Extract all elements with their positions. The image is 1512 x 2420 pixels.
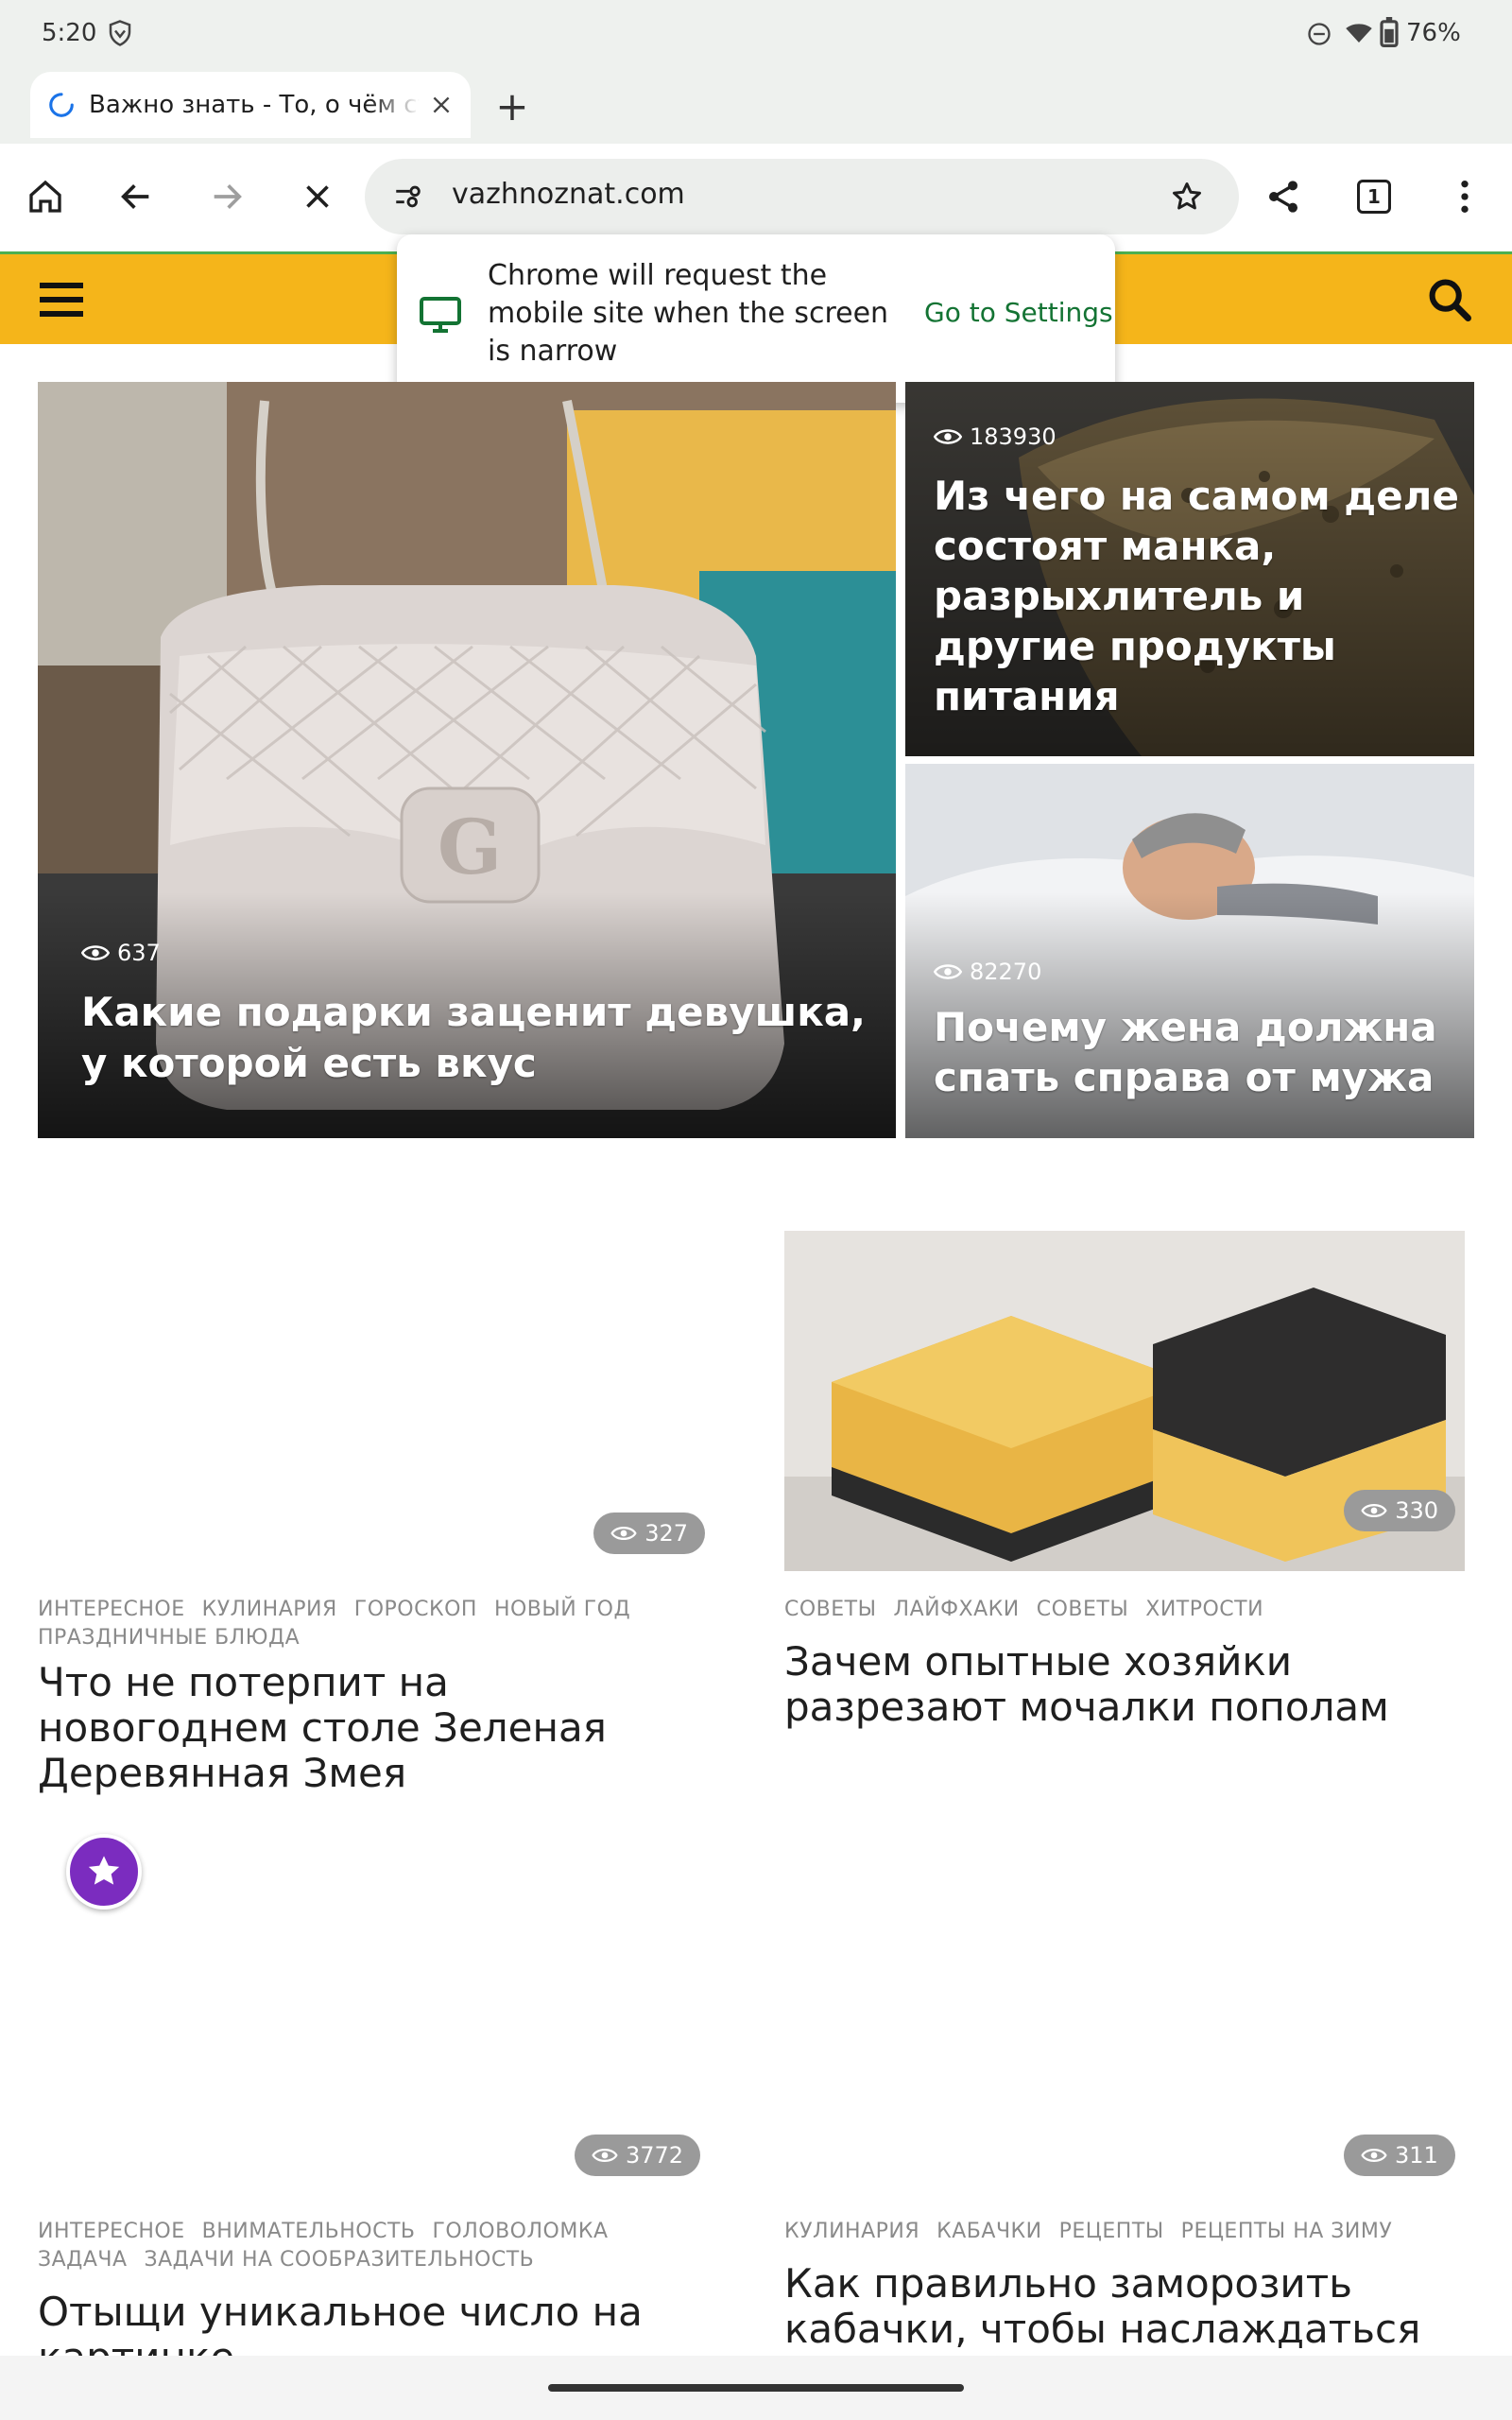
omnibox[interactable]: vazhnoznat.com (365, 159, 1239, 234)
desktop-monitor-icon (418, 291, 463, 337)
close-tab-icon[interactable] (429, 93, 454, 117)
tag-link[interactable]: КАБАЧКИ (936, 2218, 1041, 2246)
dnd-icon (1306, 21, 1332, 47)
tag-link[interactable]: КУЛИНАРИЯ (202, 1596, 337, 1624)
tab-title: Важно знать - То, о чём ст (89, 91, 420, 119)
stop-loading-icon[interactable] (289, 168, 346, 225)
site-settings-icon[interactable] (389, 178, 427, 216)
tag-list: СОВЕТЫ ЛАЙФХАКИ СОВЕТЫ ХИТРОСТИ (784, 1596, 1465, 1624)
desktop-site-popup: Chrome will request the mobile site when… (397, 234, 1115, 403)
article-card[interactable]: 330 (784, 1231, 1465, 1571)
views-count: 330 (1395, 1497, 1438, 1524)
system-nav-bar (0, 2356, 1512, 2420)
tag-list: ИНТЕРЕСНОЕ КУЛИНАРИЯ ГОРОСКОП НОВЫЙ ГОД ПРАЗ… (38, 1596, 705, 1652)
article-title[interactable]: Что не потерпит на новогоднем столе Зеле… (38, 1660, 699, 1796)
tag-link[interactable]: СОВЕТЫ (1037, 1596, 1129, 1624)
eye-icon (592, 2148, 618, 2163)
tag-link[interactable]: КУЛИНАРИЯ (784, 2218, 919, 2246)
hamburger-menu-icon[interactable] (40, 281, 83, 319)
eye-icon (934, 964, 962, 979)
views-badge: 330 (1344, 1490, 1455, 1531)
tag-link[interactable]: НОВЫЙ ГОД (494, 1596, 630, 1624)
svg-text:G: G (438, 803, 502, 891)
eye-icon (1361, 2148, 1387, 2163)
tag-link[interactable]: ЗАДАЧА (38, 2246, 128, 2274)
article-title[interactable]: Зачем опытные хозяйки разрезают мочалки … (784, 1639, 1465, 1730)
views-badge: 311 (1344, 2135, 1455, 2176)
tag-link[interactable]: ХИТРОСТИ (1145, 1596, 1263, 1624)
eye-icon (1361, 1503, 1387, 1518)
hero-top-right-title[interactable]: Из чего на самом деле состоят манка, раз… (934, 471, 1463, 721)
tag-link[interactable]: ЗАДАЧИ НА СООБРАЗИТЕЛЬНОСТЬ (145, 2246, 535, 2274)
eye-icon (81, 945, 110, 960)
hero-top-right-views-count: 183930 (970, 424, 1057, 450)
eye-icon (610, 1526, 637, 1541)
go-to-settings-link[interactable]: Go to Settings (924, 297, 1113, 328)
tag-list: КУЛИНАРИЯ КАБАЧКИ РЕЦЕПТЫ РЕЦЕПТЫ НА ЗИМУ (784, 2218, 1465, 2246)
hero-main-views: 637 (81, 940, 161, 966)
bookmark-star-icon[interactable] (1168, 178, 1206, 216)
loading-spinner-icon (47, 91, 76, 119)
tab-switcher-button[interactable]: 1 (1346, 168, 1402, 225)
hero-bottom-right-title[interactable]: Почему жена должна спать справа от мужа (934, 1002, 1463, 1102)
article-title[interactable]: Как правильно заморозить кабачки, чтобы … (784, 2261, 1465, 2352)
eye-icon (934, 429, 962, 444)
back-icon[interactable] (108, 168, 164, 225)
battery-percent: 76% (1406, 19, 1461, 47)
browser-tab[interactable]: Важно знать - То, о чём ст (30, 72, 471, 138)
tag-link[interactable]: ГОЛОВОЛОМКА (433, 2218, 609, 2246)
hero-bottom-right-card[interactable]: 82270 Почему жена должна спать справа от… (905, 764, 1474, 1138)
site-search-icon[interactable] (1425, 275, 1474, 324)
share-icon[interactable] (1255, 168, 1312, 225)
status-time: 5:20 (42, 19, 97, 47)
favorite-fab-button[interactable] (66, 1834, 142, 1910)
hero-top-right-views: 183930 (934, 424, 1057, 450)
tag-list: ИНТЕРЕСНОЕ ВНИМАТЕЛЬНОСТЬ ГОЛОВОЛОМКАЗАДАЧ… (38, 2218, 705, 2274)
popup-message: Chrome will request the mobile site when… (488, 259, 889, 368)
hero-main-card[interactable]: G 637 Какие подарки заценит девушка, у к… (38, 382, 896, 1138)
hero-main-views-count: 637 (117, 940, 161, 966)
tag-link[interactable]: ПРАЗДНИЧНЫЕ БЛЮДА (38, 1624, 300, 1652)
tag-link[interactable]: СОВЕТЫ (784, 1596, 877, 1624)
views-count: 311 (1395, 2142, 1438, 2169)
tag-link[interactable]: ГОРОСКОП (354, 1596, 477, 1624)
forward-icon[interactable] (198, 168, 255, 225)
views-badge: 3772 (575, 2135, 701, 2176)
status-bar: 5:20 76% (0, 0, 1512, 68)
views-badge: 327 (593, 1512, 705, 1554)
tag-link[interactable]: ИНТЕРЕСНОЕ (38, 1596, 185, 1624)
tag-link[interactable]: ВНИМАТЕЛЬНОСТЬ (202, 2218, 416, 2246)
hero-main-title[interactable]: Какие подарки заценит девушка, у которой… (81, 987, 866, 1089)
battery-icon (1380, 17, 1399, 47)
hero-bottom-right-views-count: 82270 (970, 959, 1042, 985)
new-tab-button[interactable]: + (484, 78, 541, 134)
tab-count: 1 (1357, 180, 1391, 214)
tag-link[interactable]: РЕЦЕПТЫ (1059, 2218, 1164, 2246)
views-count: 3772 (626, 2142, 684, 2169)
url-text[interactable]: vazhnoznat.com (452, 178, 685, 211)
tag-link[interactable]: ИНТЕРЕСНОЕ (38, 2218, 185, 2246)
star-icon (88, 1856, 120, 1885)
article-card[interactable]: 327 ИНТЕРЕСНОЕ КУЛИНАРИЯ ГОРОСКОП НОВЫЙ ГОД… (38, 1229, 705, 1650)
home-icon[interactable] (17, 168, 74, 225)
tag-link[interactable]: ЛАЙФХАКИ (894, 1596, 1020, 1624)
gesture-handle[interactable] (548, 2384, 964, 2392)
shield-icon (106, 19, 134, 47)
menu-icon[interactable] (1436, 168, 1493, 225)
views-count: 327 (644, 1520, 688, 1547)
tag-link[interactable]: РЕЦЕПТЫ НА ЗИМУ (1181, 2218, 1393, 2246)
hero-top-right-card[interactable]: 183930 Из чего на самом деле состоят ман… (905, 382, 1474, 756)
hero-bottom-right-views: 82270 (934, 959, 1041, 985)
wifi-icon (1344, 19, 1374, 47)
